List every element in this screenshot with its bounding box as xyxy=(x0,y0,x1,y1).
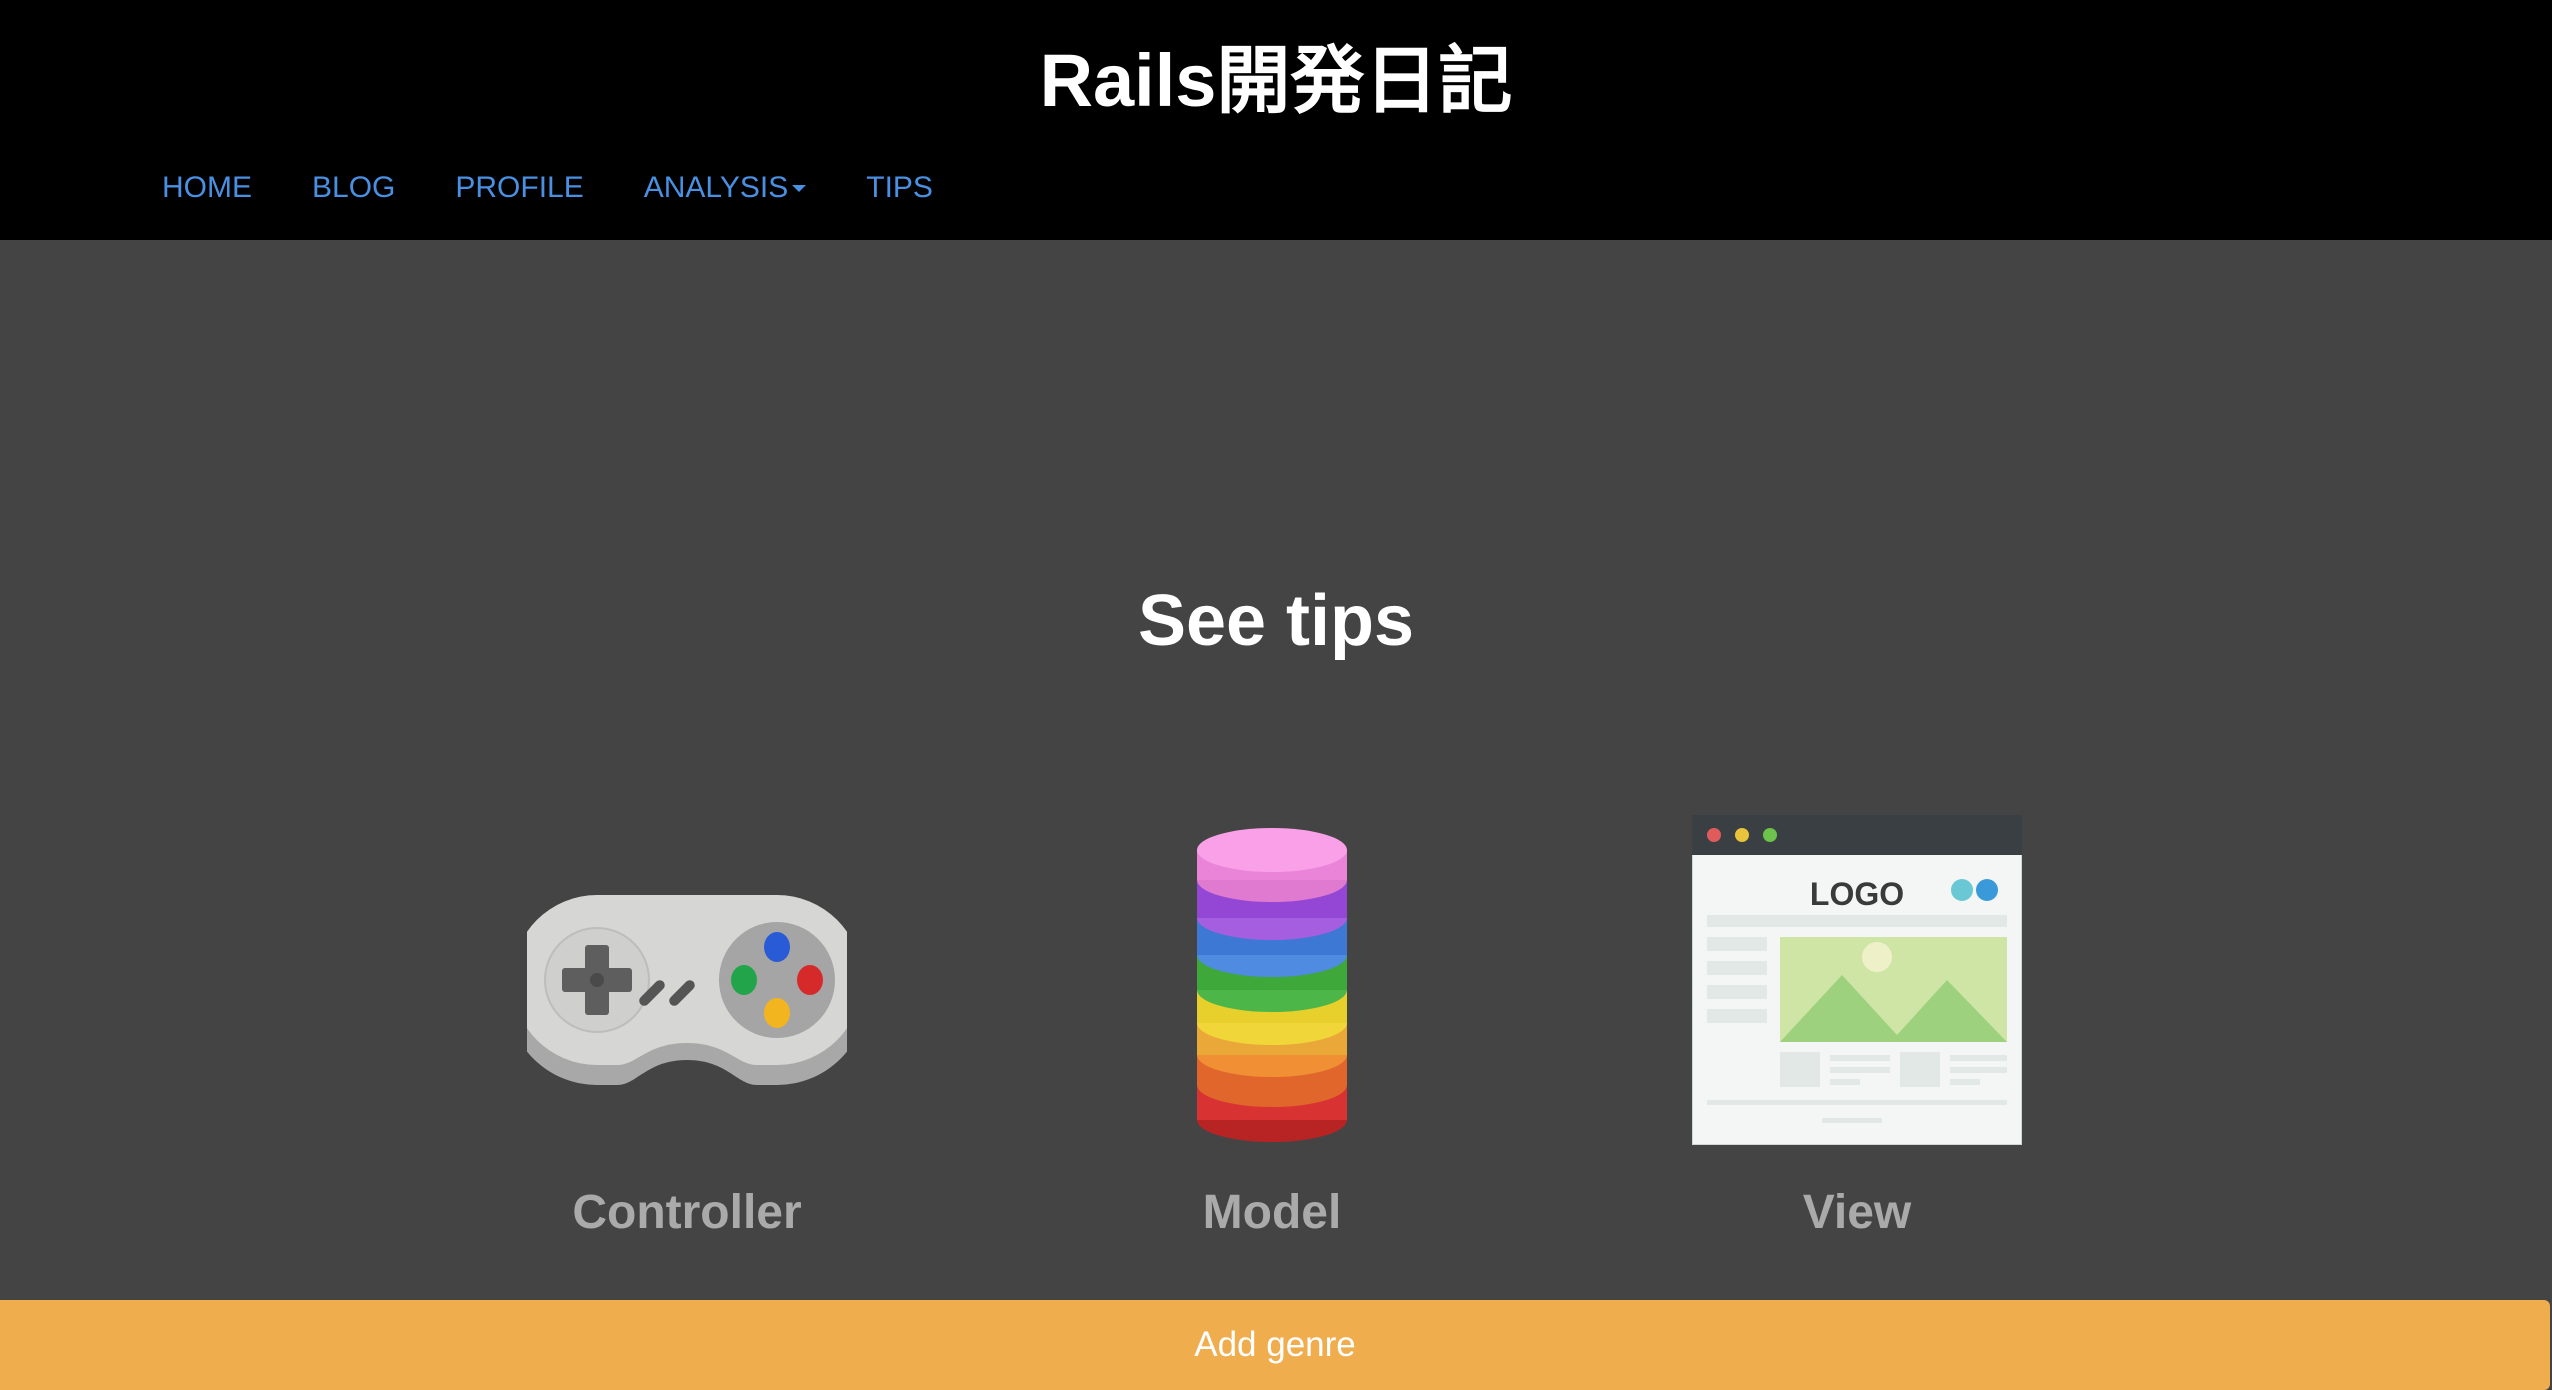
nav-profile[interactable]: PROFILE xyxy=(455,168,583,208)
site-header: Rails開発日記 HOME BLOG PROFILE ANALYSIS TIP… xyxy=(0,0,2552,240)
add-genre-button[interactable]: Add genre xyxy=(0,1300,2550,1390)
site-title[interactable]: Rails開発日記 xyxy=(0,36,2552,126)
nav-home[interactable]: HOME xyxy=(162,168,252,208)
card-view[interactable]: LOGO View xyxy=(1657,815,2057,1239)
nav-blog[interactable]: BLOG xyxy=(312,168,395,208)
nav-tips-label: TIPS xyxy=(866,171,933,204)
webpage-mockup-icon: LOGO xyxy=(1692,815,2022,1145)
card-label-controller: Controller xyxy=(572,1186,802,1239)
nav-blog-label: BLOG xyxy=(312,171,396,204)
nav-analysis-dropdown[interactable]: ANALYSIS xyxy=(644,168,807,208)
card-label-model: Model xyxy=(1202,1186,1342,1239)
page-heading: See tips xyxy=(1137,581,1415,661)
view-icon-logo-text: LOGO xyxy=(1810,876,1904,912)
card-label-view: View xyxy=(1802,1186,1912,1239)
nav-profile-label: PROFILE xyxy=(455,171,584,204)
main-content: See tips Controller Model LOGO View Add … xyxy=(0,240,2552,1390)
main-nav: HOME BLOG PROFILE ANALYSIS TIPS xyxy=(162,168,933,208)
card-model[interactable]: Model xyxy=(1072,815,1472,1239)
nav-home-label: HOME xyxy=(162,171,252,204)
caret-down-icon xyxy=(792,184,807,192)
nav-tips[interactable]: TIPS xyxy=(866,168,933,208)
nav-analysis-label: ANALYSIS xyxy=(643,171,789,204)
database-stack-icon xyxy=(1197,828,1347,1142)
game-controller-icon xyxy=(527,895,847,1085)
card-controller[interactable]: Controller xyxy=(487,815,887,1239)
